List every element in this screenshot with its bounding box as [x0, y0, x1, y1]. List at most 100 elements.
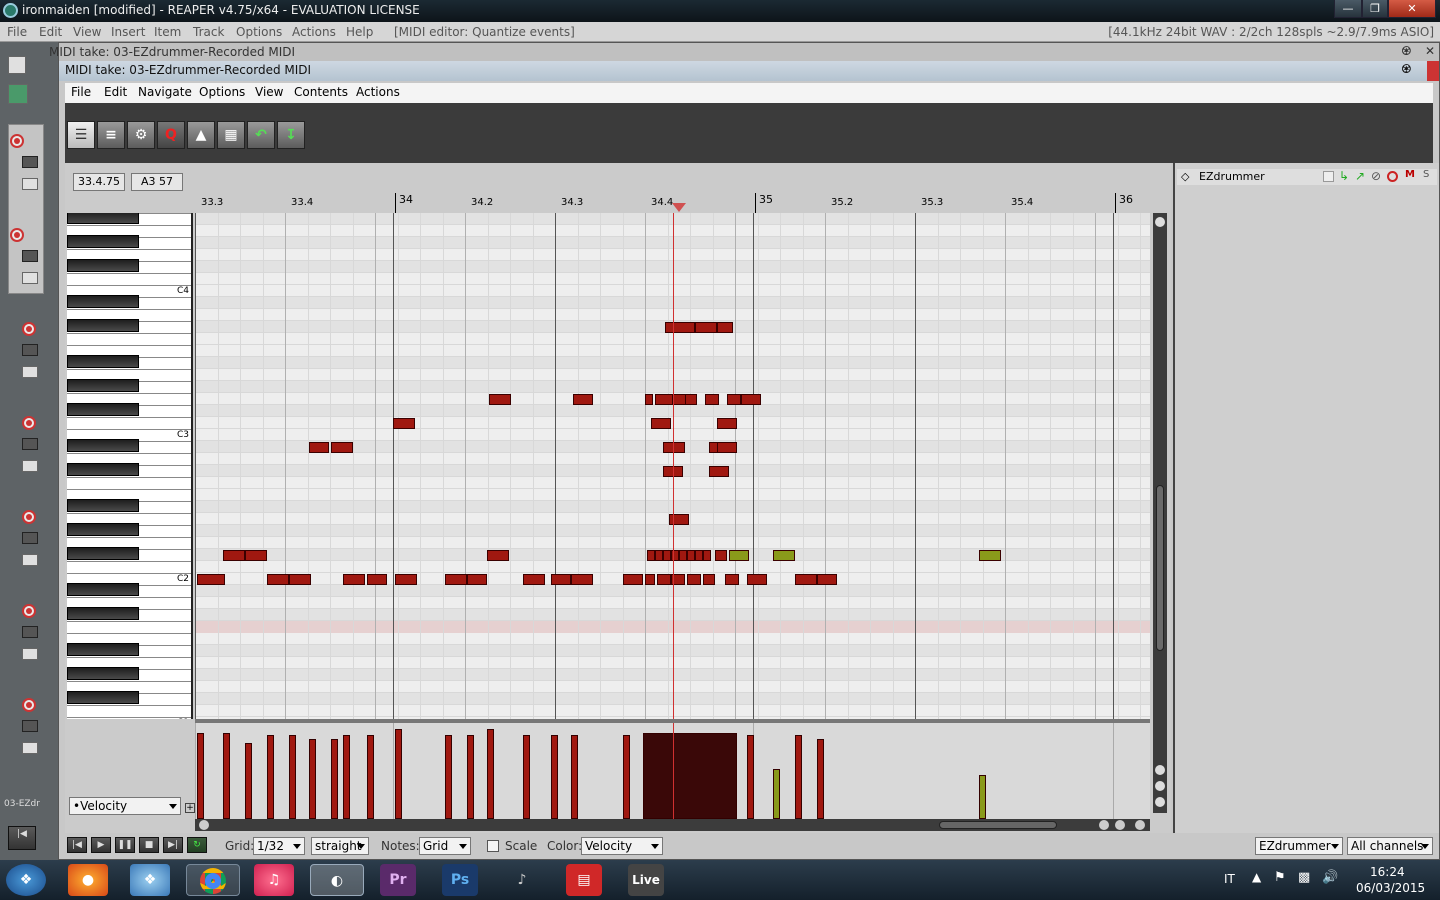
velocity-bar[interactable]: [367, 735, 374, 819]
midi-note[interactable]: [343, 574, 365, 585]
black-key[interactable]: [67, 403, 139, 416]
minimize-button[interactable]: —: [1334, 0, 1362, 18]
chrome-icon[interactable]: [186, 864, 240, 896]
midi-note[interactable]: [657, 574, 671, 585]
midi-note[interactable]: [393, 418, 415, 429]
midi-note[interactable]: [979, 550, 1001, 561]
midi-note[interactable]: [695, 322, 717, 333]
black-key[interactable]: [67, 583, 139, 596]
black-key[interactable]: [67, 691, 139, 704]
zoom-in-h-icon[interactable]: [1115, 820, 1125, 830]
midi-note[interactable]: [523, 574, 545, 585]
env-icon[interactable]: [22, 272, 38, 284]
black-key[interactable]: [67, 379, 139, 392]
list-view-icon[interactable]: ☰: [67, 121, 95, 149]
midi-note[interactable]: [725, 574, 739, 585]
velocity-lane[interactable]: [195, 723, 1150, 819]
horizontal-scrollbar[interactable]: [195, 819, 1150, 831]
midi-note[interactable]: [665, 322, 695, 333]
add-lane-icon[interactable]: +: [185, 803, 195, 813]
midi-note[interactable]: [647, 550, 655, 561]
solo-button[interactable]: S: [1423, 169, 1429, 180]
midi-note[interactable]: [395, 574, 417, 585]
midi-note[interactable]: [467, 574, 487, 585]
env-icon[interactable]: [22, 366, 38, 378]
close-icon[interactable]: [1427, 61, 1439, 81]
midi-note[interactable]: [773, 550, 795, 561]
midi-note[interactable]: [623, 574, 643, 585]
import-icon[interactable]: ↧: [277, 121, 305, 149]
start-button[interactable]: ❖: [6, 864, 46, 896]
grid-select[interactable]: 1/32: [253, 837, 305, 855]
timeline-ruler[interactable]: 33.3 33.4 34 34.2 34.3 34.4 35 35.2 35.3…: [199, 191, 1154, 213]
midi-note[interactable]: [309, 442, 329, 453]
black-key[interactable]: [67, 319, 139, 332]
record-icon[interactable]: [1387, 171, 1398, 182]
tray-arrow-icon[interactable]: ▲: [1252, 870, 1261, 884]
midi-note[interactable]: [703, 574, 715, 585]
midi-note[interactable]: [695, 550, 703, 561]
midi-menu-contents[interactable]: Contents: [294, 85, 348, 99]
black-key[interactable]: [67, 295, 139, 308]
firefox-icon[interactable]: ●: [68, 864, 108, 896]
premiere-icon[interactable]: Pr: [380, 864, 416, 896]
loop-icon[interactable]: ↶: [247, 121, 275, 149]
instrument-select[interactable]: EZdrummer: [1255, 837, 1343, 855]
channel-select[interactable]: All channels: [1347, 837, 1433, 855]
midi-note[interactable]: [817, 574, 837, 585]
black-key[interactable]: [67, 523, 139, 536]
midi-note[interactable]: [727, 394, 741, 405]
scrollbar-thumb[interactable]: [1156, 485, 1164, 651]
midi-note[interactable]: [197, 574, 225, 585]
velocity-bar[interactable]: [623, 735, 630, 819]
new-project-icon[interactable]: [8, 56, 26, 74]
guitar-icon[interactable]: ♪: [504, 864, 540, 896]
midi-note[interactable]: [717, 418, 737, 429]
midi-note[interactable]: [487, 550, 509, 561]
record-arm-icon[interactable]: [22, 604, 36, 618]
env-icon[interactable]: [22, 648, 38, 660]
velocity-bar[interactable]: [979, 775, 986, 819]
midi-menu-file[interactable]: File: [71, 85, 91, 99]
track-view-icon[interactable]: [8, 84, 28, 104]
go-start-icon[interactable]: |◀: [67, 837, 87, 853]
midi-note[interactable]: [489, 394, 511, 405]
stop-icon[interactable]: ■: [139, 837, 159, 853]
velocity-bar[interactable]: [551, 735, 558, 819]
velocity-bar[interactable]: [223, 733, 230, 819]
velocity-bar[interactable]: [773, 769, 780, 819]
record-arm-icon[interactable]: [22, 698, 36, 712]
midi-note[interactable]: [571, 574, 593, 585]
piano-roll-grid[interactable]: [195, 213, 1150, 719]
midi-note[interactable]: [795, 574, 817, 585]
swing-select[interactable]: straight: [311, 837, 369, 855]
velocity-bar[interactable]: [445, 735, 452, 819]
midi-note[interactable]: [687, 550, 695, 561]
midi-menu-options[interactable]: Options: [199, 85, 245, 99]
visibility-icon[interactable]: [1323, 171, 1334, 182]
menu-help[interactable]: Help: [346, 25, 373, 39]
menu-view[interactable]: View: [73, 25, 101, 39]
velocity-bar[interactable]: [245, 743, 252, 819]
reaper-icon[interactable]: ◐: [310, 864, 364, 896]
midi-note[interactable]: [223, 550, 245, 561]
velocity-bar[interactable]: [795, 735, 802, 819]
vertical-scrollbar[interactable]: [1153, 213, 1167, 813]
velocity-bar[interactable]: [331, 739, 338, 819]
zoom-in-icon[interactable]: [1155, 781, 1165, 791]
velocity-bar[interactable]: [643, 733, 737, 819]
live-icon[interactable]: Live: [628, 864, 664, 896]
record-arm-icon[interactable]: [22, 510, 36, 524]
horizontal-thumb[interactable]: [939, 821, 1057, 829]
record-arm-icon[interactable]: [22, 322, 36, 336]
midi-note[interactable]: [551, 574, 571, 585]
velocity-bar[interactable]: [487, 729, 494, 819]
play-icon[interactable]: ▶: [91, 837, 111, 853]
midi-menu-actions[interactable]: Actions: [356, 85, 400, 99]
midi-menu-navigate[interactable]: Navigate: [138, 85, 192, 99]
black-key[interactable]: [67, 213, 139, 224]
env-icon[interactable]: [22, 178, 38, 190]
midi-note[interactable]: [331, 442, 353, 453]
drum-mode-icon[interactable]: ⚙: [127, 121, 155, 149]
midi-note[interactable]: [573, 394, 593, 405]
